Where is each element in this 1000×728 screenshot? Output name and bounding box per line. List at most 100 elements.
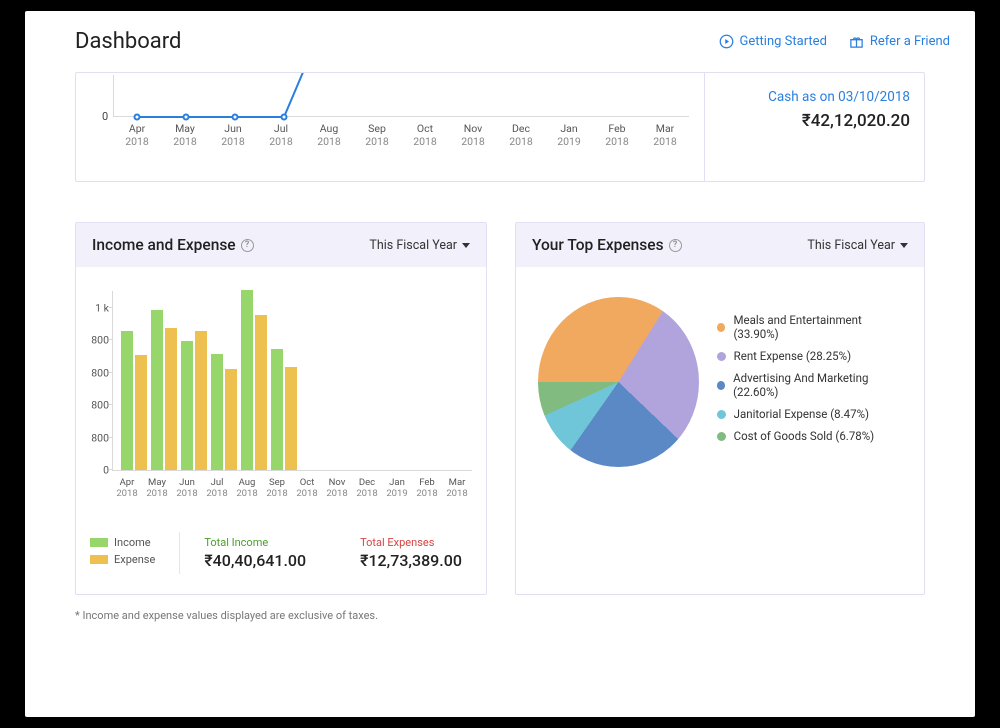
page-header: Dashboard Getting Started Refer a Friend <box>25 11 975 72</box>
bar-x-dec: Dec2018 <box>352 477 382 500</box>
y-tick: 800 <box>85 366 109 379</box>
legend-label: Janitorial Expense (8.47%) <box>734 407 869 421</box>
line-month-jul: Jul2018 <box>257 123 305 148</box>
help-icon[interactable]: ? <box>669 239 682 252</box>
cash-summary-panel: Cash as on 03/10/2018 ₹42,12,020.20 <box>704 73 924 181</box>
legend-expense: Expense <box>90 553 155 566</box>
cash-flow-card: 0 Apr2018May2018Jun2018Jul2018Aug2018Sep… <box>75 72 925 182</box>
total-income-value: ₹40,40,641.00 <box>204 551 306 570</box>
income-expense-title: Income and Expense ? <box>92 236 254 254</box>
bar-plot: 08008008008001 k <box>112 291 472 471</box>
income-bar <box>121 331 133 470</box>
top-expenses-period-dropdown[interactable]: This Fiscal Year <box>807 238 908 253</box>
legend-dot <box>717 381 725 390</box>
line-chart-months: Apr2018May2018Jun2018Jul2018Aug2018Sep20… <box>101 123 689 148</box>
play-circle-icon <box>719 34 734 49</box>
refer-friend-link[interactable]: Refer a Friend <box>849 34 950 49</box>
legend-dot <box>717 323 726 332</box>
bar-x-nov: Nov2018 <box>322 477 352 500</box>
line-chart-axis: 0 <box>113 75 689 117</box>
income-expense-bar-chart: 08008008008001 k Apr2018May2018Jun2018Ju… <box>76 267 486 516</box>
bar-x-sep: Sep2018 <box>262 477 292 500</box>
income-expense-period-label: This Fiscal Year <box>369 238 457 253</box>
line-month-may: May2018 <box>161 123 209 148</box>
legend-label: Meals and Entertainment (33.90%) <box>733 313 906 341</box>
total-income-label: Total Income <box>204 536 306 549</box>
income-expense-footer: Income Expense Total Income ₹40,40,641.0… <box>76 516 486 594</box>
pie-legend-item: Meals and Entertainment (33.90%) <box>717 313 906 341</box>
bar-x-feb: Feb2018 <box>412 477 442 500</box>
top-expenses-card: Your Top Expenses ? This Fiscal Year Mea… <box>515 222 925 595</box>
bar-x-mar: Mar2018 <box>442 477 472 500</box>
top-expenses-title: Your Top Expenses ? <box>532 236 682 254</box>
bar-x-oct: Oct2018 <box>292 477 322 500</box>
expense-bar <box>195 331 207 470</box>
header-actions: Getting Started Refer a Friend <box>719 34 950 49</box>
app-frame: Dashboard Getting Started Refer a Friend… <box>25 11 975 717</box>
income-swatch <box>90 538 108 547</box>
legend-dot <box>717 352 726 361</box>
expense-bar <box>165 328 177 470</box>
getting-started-label: Getting Started <box>740 34 827 49</box>
y-tick: 800 <box>85 431 109 444</box>
bar-group-jun <box>181 331 207 470</box>
divider <box>179 532 180 574</box>
bar-x-jan: Jan2019 <box>382 477 412 500</box>
bar-group-may <box>151 310 177 470</box>
gift-icon <box>849 34 864 49</box>
line-month-oct: Oct2018 <box>401 123 449 148</box>
line-month-sep: Sep2018 <box>353 123 401 148</box>
help-icon[interactable]: ? <box>241 239 254 252</box>
y-tick: 1 k <box>85 302 109 315</box>
pie-legend-item: Cost of Goods Sold (6.78%) <box>717 429 906 443</box>
income-expense-title-text: Income and Expense <box>92 236 236 254</box>
legend-label: Cost of Goods Sold (6.78%) <box>734 429 875 443</box>
top-expenses-title-text: Your Top Expenses <box>532 236 664 254</box>
pie-legend-item: Rent Expense (28.25%) <box>717 349 906 363</box>
bar-legend: Income Expense <box>90 536 155 570</box>
cash-date-label: Cash as on 03/10/2018 <box>719 89 910 105</box>
income-expense-card: Income and Expense ? This Fiscal Year 08… <box>75 222 487 595</box>
y-tick-0: 0 <box>102 110 108 123</box>
line-point-jul <box>281 114 288 121</box>
legend-income-label: Income <box>114 536 151 549</box>
cash-amount: ₹42,12,020.20 <box>719 111 910 131</box>
line-month-feb: Feb2018 <box>593 123 641 148</box>
expense-bar <box>255 315 267 470</box>
line-month-jun: Jun2018 <box>209 123 257 148</box>
line-month-mar: Mar2018 <box>641 123 689 148</box>
total-expense-block: Total Expenses ₹12,73,389.00 <box>360 536 462 570</box>
bar-group-jul <box>211 354 237 470</box>
bar-group-apr <box>121 331 147 470</box>
income-bar <box>241 290 253 470</box>
expense-bar <box>225 369 237 470</box>
line-month-aug: Aug2018 <box>305 123 353 148</box>
income-bar <box>181 341 193 470</box>
legend-label: Advertising And Marketing (22.60%) <box>733 371 906 399</box>
tax-footnote: * Income and expense values displayed ar… <box>25 595 975 622</box>
top-expenses-body: Meals and Entertainment (33.90%) Rent Exp… <box>516 267 924 517</box>
legend-expense-label: Expense <box>114 553 155 566</box>
line-month-apr: Apr2018 <box>113 123 161 148</box>
refer-friend-label: Refer a Friend <box>870 34 950 49</box>
income-bar <box>211 354 223 470</box>
line-month-jan: Jan2019 <box>545 123 593 148</box>
line-month-nov: Nov2018 <box>449 123 497 148</box>
bar-x-axis-labels: Apr2018May2018Jun2018Jul2018Aug2018Sep20… <box>112 477 472 500</box>
bar-x-apr: Apr2018 <box>112 477 142 500</box>
y-tick: 800 <box>85 399 109 412</box>
cash-flow-line-chart: 0 Apr2018May2018Jun2018Jul2018Aug2018Sep… <box>76 73 704 181</box>
bar-x-jun: Jun2018 <box>172 477 202 500</box>
line-segment-flat <box>137 116 284 118</box>
pie-legend-item: Janitorial Expense (8.47%) <box>717 407 906 421</box>
legend-label: Rent Expense (28.25%) <box>734 349 851 363</box>
income-expense-period-dropdown[interactable]: This Fiscal Year <box>369 238 470 253</box>
legend-dot <box>717 432 726 441</box>
expense-swatch <box>90 555 108 564</box>
legend-dot <box>717 410 726 419</box>
bar-x-jul: Jul2018 <box>202 477 232 500</box>
bar-x-may: May2018 <box>142 477 172 500</box>
bar-x-aug: Aug2018 <box>232 477 262 500</box>
getting-started-link[interactable]: Getting Started <box>719 34 827 49</box>
bar-group-aug <box>241 290 267 470</box>
